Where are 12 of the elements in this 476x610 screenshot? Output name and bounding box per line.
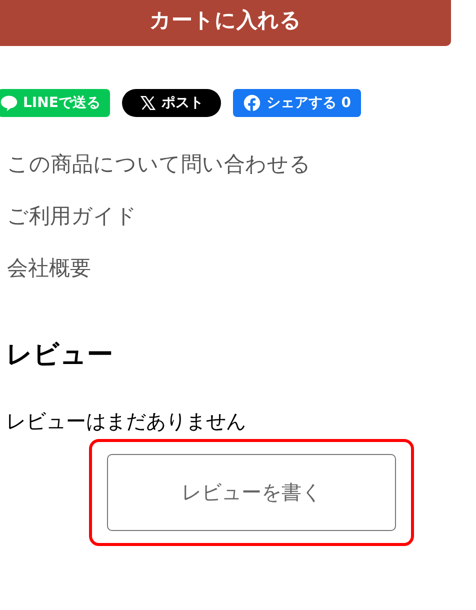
add-to-cart-button[interactable]: カートに入れる	[0, 0, 451, 46]
facebook-logo-icon	[243, 94, 262, 112]
x-logo-icon	[140, 95, 156, 111]
empty-message: レビューはまだありません	[6, 408, 247, 435]
info-link[interactable]: ご利用ガイド	[7, 199, 476, 233]
info-link[interactable]: 会社概要	[7, 251, 476, 285]
info-link[interactable]: この商品について問い合わせる	[7, 147, 476, 181]
facebook-share-button[interactable]: シェアする 0	[233, 89, 362, 117]
x-post-button[interactable]: ポスト	[122, 89, 222, 117]
write-review-button[interactable]: レビューを書く	[107, 454, 396, 531]
section-heading: レビュー	[6, 339, 114, 372]
speech-bubble-icon	[0, 94, 18, 112]
